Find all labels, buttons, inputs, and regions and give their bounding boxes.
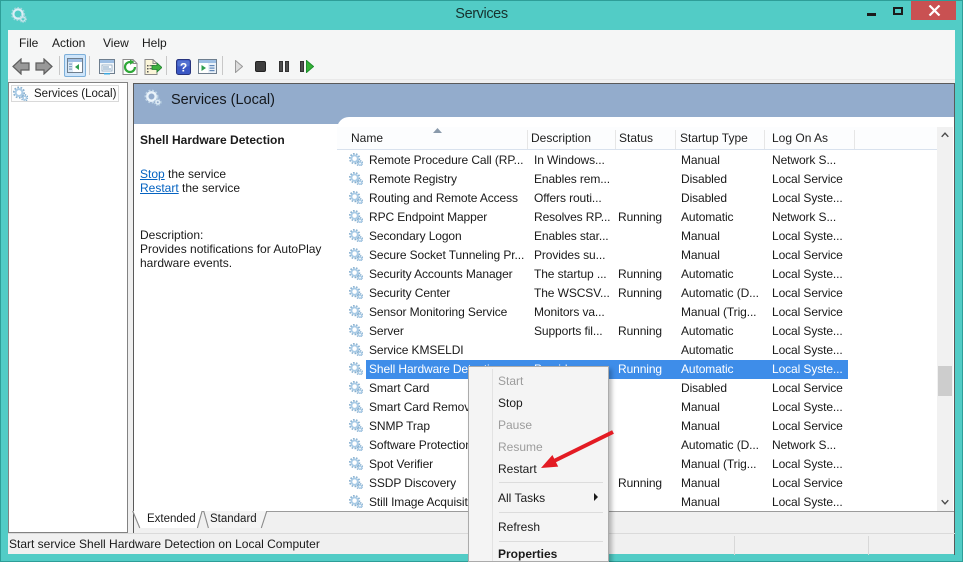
svg-text:?: ? bbox=[180, 61, 187, 75]
